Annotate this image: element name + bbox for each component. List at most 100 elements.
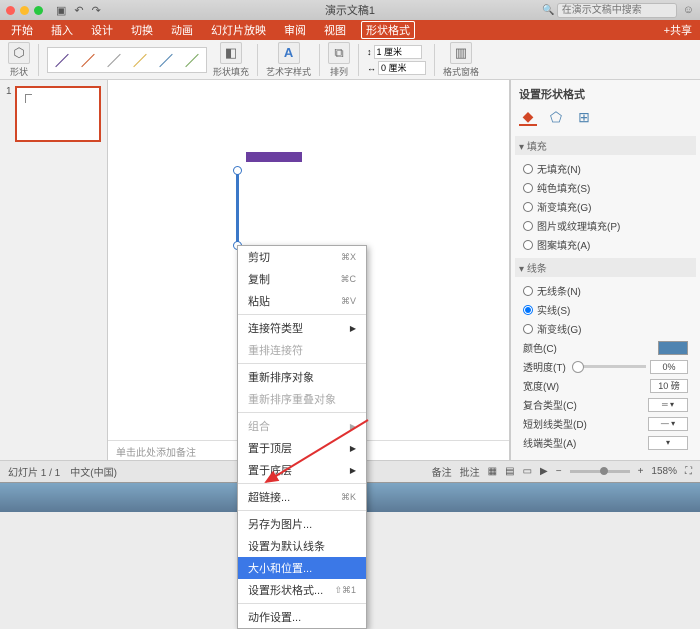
fill-none-radio[interactable]: 无填充(N) [519, 159, 692, 178]
slide-count[interactable]: 幻灯片 1 / 1 [8, 464, 60, 479]
line-color-swatch[interactable] [658, 341, 688, 355]
line-style-gallery[interactable] [47, 47, 207, 73]
ctx-action-settings[interactable]: 动作设置... [238, 606, 366, 628]
effects-tab-icon[interactable]: ⬠ [547, 108, 565, 126]
fit-window-icon[interactable]: ⛶ [685, 466, 692, 477]
shapes-group[interactable]: ⬡ 形状 [8, 42, 30, 78]
fill-solid-radio[interactable]: 纯色填充(S) [519, 178, 692, 197]
cap-dropdown[interactable]: ▾ [648, 436, 688, 450]
zoom-value[interactable]: 158% [651, 466, 677, 477]
context-menu: 剪切⌘X 复制⌘C 粘贴⌘V 连接符类型 重排连接符 重新排序对象 重新排序重叠… [237, 245, 367, 629]
fill-pattern-radio[interactable]: 图案填充(A) [519, 235, 692, 254]
ctx-paste[interactable]: 粘贴⌘V [238, 290, 366, 312]
transparency-slider[interactable] [572, 365, 646, 368]
zoom-window-icon[interactable] [34, 6, 43, 15]
view-reading-icon[interactable]: ▭ [523, 466, 532, 477]
user-icon[interactable]: ☺ [683, 4, 694, 16]
comments-toggle[interactable]: 批注 [460, 464, 480, 479]
transparency-label: 透明度(T) [523, 359, 566, 374]
titlebar: ▣ ↶ ↷ 演示文稿1 🔍 ☺ [0, 0, 700, 20]
format-pane-tabs: ◆ ⬠ ⊞ [519, 108, 692, 130]
ctx-hyperlink[interactable]: 超链接...⌘K [238, 486, 366, 508]
purple-rectangle-shape[interactable] [246, 152, 302, 162]
arrange-button[interactable]: ⧉ 排列 [328, 42, 350, 78]
format-shape-pane: 设置形状格式 ◆ ⬠ ⊞ ▾ 填充 无填充(N) 纯色填充(S) 渐变填充(G)… [510, 80, 700, 460]
close-window-icon[interactable] [6, 6, 15, 15]
view-slideshow-icon[interactable]: ▶ [540, 466, 548, 477]
ctx-connector-type[interactable]: 连接符类型 [238, 317, 366, 339]
save-icon[interactable]: ▣ [56, 4, 66, 17]
format-pane-icon: ▥ [450, 42, 472, 64]
tab-shape-format[interactable]: 形状格式 [361, 21, 415, 39]
zoom-in-icon[interactable]: + [638, 466, 644, 477]
view-sorter-icon[interactable]: ▤ [505, 466, 514, 477]
wordart-label: 艺术字样式 [266, 65, 311, 78]
share-button[interactable]: +共享 [664, 22, 692, 38]
redo-icon[interactable]: ↷ [92, 4, 101, 17]
ctx-reorder[interactable]: 重新排序对象 [238, 366, 366, 388]
ctx-send-back[interactable]: 置于底层 [238, 459, 366, 481]
ctx-copy[interactable]: 复制⌘C [238, 268, 366, 290]
ctx-group: 组合 [238, 415, 366, 437]
thumb-number: 1 [6, 86, 12, 142]
tab-review[interactable]: 审阅 [281, 21, 309, 39]
line-width-value[interactable]: 10 磅 [650, 379, 688, 393]
tab-view[interactable]: 视图 [321, 21, 349, 39]
document-title: 演示文稿1 [325, 2, 375, 18]
fill-gradient-radio[interactable]: 渐变填充(G) [519, 197, 692, 216]
tab-slideshow[interactable]: 幻灯片放映 [208, 21, 269, 39]
ribbon-tabs: 开始 插入 设计 切换 动画 幻灯片放映 审阅 视图 形状格式 +共享 [0, 20, 700, 40]
dash-label: 短划线类型(D) [523, 416, 587, 431]
tab-transitions[interactable]: 切换 [128, 21, 156, 39]
fill-line-tab-icon[interactable]: ◆ [519, 108, 537, 126]
compound-type-row: 复合类型(C) ═ ▾ [519, 395, 692, 414]
format-pane-label: 格式窗格 [443, 65, 479, 78]
tab-design[interactable]: 设计 [88, 21, 116, 39]
line-width-row: 宽度(W) 10 磅 [519, 376, 692, 395]
ctx-format-shape[interactable]: 设置形状格式...⇧⌘1 [238, 579, 366, 601]
window-controls [6, 6, 43, 15]
line-gradient-radio[interactable]: 渐变线(G) [519, 319, 692, 338]
format-pane-button[interactable]: ▥ 格式窗格 [443, 42, 479, 78]
ctx-size-position[interactable]: 大小和位置... [238, 557, 366, 579]
ctx-cut[interactable]: 剪切⌘X [238, 246, 366, 268]
search-wrap: 🔍 ☺ [542, 3, 694, 18]
size-group: ↕ ↔ [367, 45, 426, 75]
compound-dropdown[interactable]: ═ ▾ [648, 398, 688, 412]
height-input[interactable] [374, 45, 422, 59]
view-normal-icon[interactable]: ▦ [488, 466, 497, 477]
height-icon: ↕ [367, 47, 372, 57]
tab-home[interactable]: 开始 [8, 21, 36, 39]
slide-thumb-1[interactable]: 1 [6, 86, 101, 142]
notes-toggle[interactable]: 备注 [432, 464, 452, 479]
fill-section-header[interactable]: ▾ 填充 [515, 136, 696, 155]
line-none-radio[interactable]: 无线条(N) [519, 281, 692, 300]
slide-thumbnails: 1 [0, 80, 108, 460]
selected-line-shape[interactable] [236, 170, 239, 246]
line-section-header[interactable]: ▾ 线条 [515, 258, 696, 277]
search-input[interactable] [557, 3, 677, 18]
line-solid-radio[interactable]: 实线(S) [519, 300, 692, 319]
zoom-slider[interactable] [570, 470, 630, 473]
dash-dropdown[interactable]: — ▾ [648, 417, 688, 431]
ctx-bring-front[interactable]: 置于顶层 [238, 437, 366, 459]
shape-fill-button[interactable]: ◧ 形状填充 [213, 42, 249, 78]
minimize-window-icon[interactable] [20, 6, 29, 15]
wordart-button[interactable]: A 艺术字样式 [266, 42, 311, 78]
transparency-value[interactable]: 0% [650, 360, 688, 374]
language-status[interactable]: 中文(中国) [70, 464, 117, 479]
arrange-icon: ⧉ [328, 42, 350, 64]
fill-icon: ◧ [220, 42, 242, 64]
shape-fill-label: 形状填充 [213, 65, 249, 78]
size-tab-icon[interactable]: ⊞ [575, 108, 593, 126]
tab-insert[interactable]: 插入 [48, 21, 76, 39]
tab-animations[interactable]: 动画 [168, 21, 196, 39]
cap-type-row: 线端类型(A) ▾ [519, 433, 692, 452]
fill-picture-radio[interactable]: 图片或纹理填充(P) [519, 216, 692, 235]
arrange-label: 排列 [330, 65, 348, 78]
width-input[interactable] [378, 61, 426, 75]
zoom-out-icon[interactable]: − [556, 466, 562, 477]
ctx-default-line[interactable]: 设置为默认线条 [238, 535, 366, 557]
undo-icon[interactable]: ↶ [74, 4, 83, 17]
shapes-label: 形状 [10, 65, 28, 78]
